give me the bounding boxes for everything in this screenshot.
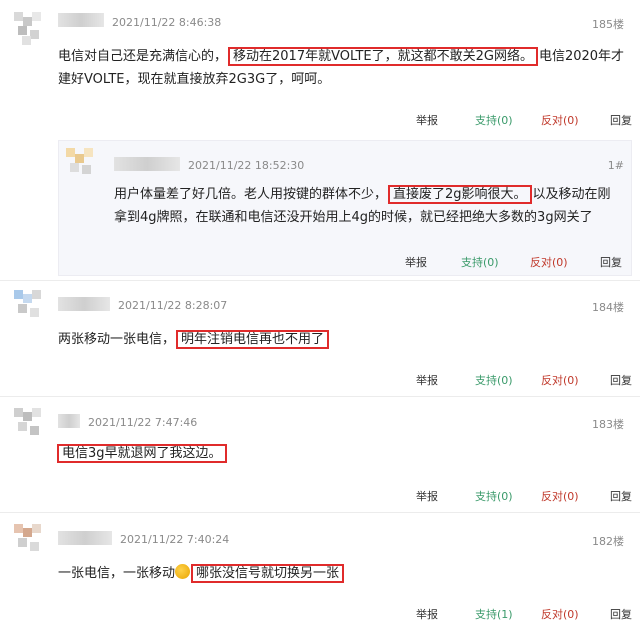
username[interactable] (114, 157, 180, 171)
support-button[interactable]: 支持(0) (475, 488, 513, 504)
divider (0, 512, 640, 513)
comment-text: 电信对自己还是充满信心的， 移动在2017年就VOLTE了，就这都不敢关2G网络。… (58, 47, 625, 87)
avatar[interactable] (14, 408, 48, 442)
highlight-box: 电信3g早就退网了我这边。 (57, 444, 227, 463)
comment-183: 2021/11/22 7:47:46 183楼 电信3g早就退网了我这边。 举报… (0, 400, 640, 512)
avatar[interactable] (14, 12, 48, 46)
avatar[interactable] (14, 290, 48, 324)
timestamp: 2021/11/22 8:46:38 (112, 16, 222, 29)
comment-actions: 举报 支持(0) 反对(0) 回复 (0, 372, 640, 388)
comment-actions: 举报 支持(0) 反对(0) 回复 (0, 112, 640, 128)
reply-button[interactable]: 回复 (610, 606, 632, 622)
comment-actions: 举报 支持(1) 反对(0) 回复 (0, 606, 640, 622)
highlight-box: 哪张没信号就切换另一张 (191, 564, 345, 583)
username[interactable] (58, 297, 110, 311)
report-button[interactable]: 举报 (416, 488, 438, 504)
floor-number: 182楼 (592, 535, 624, 548)
divider (0, 280, 640, 281)
comment-text: 用户体量差了好几倍。老人用按键的群体不少， 直接废了2g影响很大。 以及移动在刚 拿… (114, 185, 611, 225)
oppose-button[interactable]: 反对(0) (541, 112, 579, 128)
avatar[interactable] (66, 148, 100, 182)
highlight-box: 直接废了2g影响很大。 (388, 185, 532, 204)
reply-button[interactable]: 回复 (610, 112, 632, 128)
timestamp: 2021/11/22 18:52:30 (188, 159, 305, 172)
comment-actions: 举报 支持(0) 反对(0) 回复 (0, 254, 640, 270)
floor-number: 184楼 (592, 301, 624, 314)
comment-text: 两张移动一张电信， 明年注销电信再也不用了 (58, 328, 618, 351)
oppose-button[interactable]: 反对(0) (541, 488, 579, 504)
reply-button[interactable]: 回复 (610, 372, 632, 388)
comment-182: 2021/11/22 7:40:24 182楼 一张电信，一张移动 哪张没信号就切… (0, 516, 640, 622)
username[interactable] (58, 414, 80, 428)
timestamp: 2021/11/22 8:28:07 (118, 299, 228, 312)
reply-1: 2021/11/22 18:52:30 1# 用户体量差了好几倍。老人用按键的群… (0, 140, 640, 274)
support-button[interactable]: 支持(1) (475, 606, 513, 622)
support-button[interactable]: 支持(0) (475, 372, 513, 388)
report-button[interactable]: 举报 (416, 112, 438, 128)
highlight-box: 移动在2017年就VOLTE了，就这都不敢关2G网络。 (228, 47, 538, 66)
floor-number: 1# (607, 159, 624, 172)
oppose-button[interactable]: 反对(0) (541, 606, 579, 622)
report-button[interactable]: 举报 (416, 372, 438, 388)
reply-button[interactable]: 回复 (610, 488, 632, 504)
comment-184: 2021/11/22 8:28:07 184楼 两张移动一张电信， 明年注销电信再… (0, 284, 640, 398)
floor-number: 183楼 (592, 418, 624, 431)
support-button[interactable]: 支持(0) (475, 112, 513, 128)
emoji-icon (175, 564, 191, 579)
highlight-box: 明年注销电信再也不用了 (176, 330, 330, 349)
comment-185: 2021/11/22 8:46:38 185楼 电信对自己还是充满信心的， 移动在… (0, 0, 640, 140)
report-button[interactable]: 举报 (416, 606, 438, 622)
divider (0, 396, 640, 397)
comment-text: 电信3g早就退网了我这边。 (56, 442, 616, 465)
username[interactable] (58, 531, 112, 545)
comment-actions: 举报 支持(0) 反对(0) 回复 (0, 488, 640, 504)
floor-number: 185楼 (592, 18, 624, 31)
report-button[interactable]: 举报 (405, 254, 427, 270)
support-button[interactable]: 支持(0) (461, 254, 499, 270)
reply-button[interactable]: 回复 (600, 254, 622, 270)
oppose-button[interactable]: 反对(0) (530, 254, 568, 270)
timestamp: 2021/11/22 7:47:46 (88, 416, 198, 429)
oppose-button[interactable]: 反对(0) (541, 372, 579, 388)
timestamp: 2021/11/22 7:40:24 (120, 533, 230, 546)
comment-text: 一张电信，一张移动 哪张没信号就切换另一张 (58, 562, 618, 585)
username[interactable] (58, 13, 104, 27)
avatar[interactable] (14, 524, 48, 558)
